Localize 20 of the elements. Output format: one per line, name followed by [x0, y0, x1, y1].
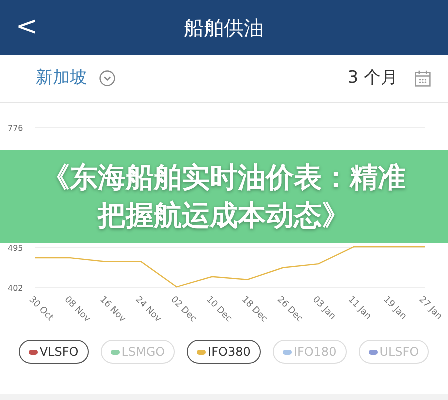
x-axis-label: 30 Oct: [26, 295, 56, 324]
x-axis-label: 03 Jan: [310, 295, 338, 322]
x-axis-label: 11 Jan: [346, 295, 373, 322]
x-axis-label: 24 Nov: [133, 295, 163, 325]
y-axis-label: 402: [8, 284, 24, 293]
back-button[interactable]: <: [0, 8, 60, 47]
x-axis-label: 27 Jan: [416, 295, 444, 322]
calendar-icon: [414, 70, 432, 88]
legend-toggle[interactable]: IFO380: [187, 340, 261, 364]
y-axis-label: 776: [8, 124, 24, 133]
x-axis-label: 19 Jan: [381, 295, 408, 322]
banner-text: 《东海船舶实时油价表：精准把握航运成本动态》: [41, 160, 407, 234]
port-selector[interactable]: 新加坡: [0, 66, 116, 92]
page-title: 船舶供油: [184, 14, 264, 42]
period-selector[interactable]: 3 个月: [348, 66, 448, 92]
chevron-down-icon: [99, 70, 116, 87]
y-axis-label: 495: [8, 244, 24, 253]
x-axis-label: 16 Nov: [98, 295, 128, 325]
legend-toggle[interactable]: VLSFO: [18, 340, 89, 364]
x-axis-label: 08 Nov: [62, 295, 92, 325]
